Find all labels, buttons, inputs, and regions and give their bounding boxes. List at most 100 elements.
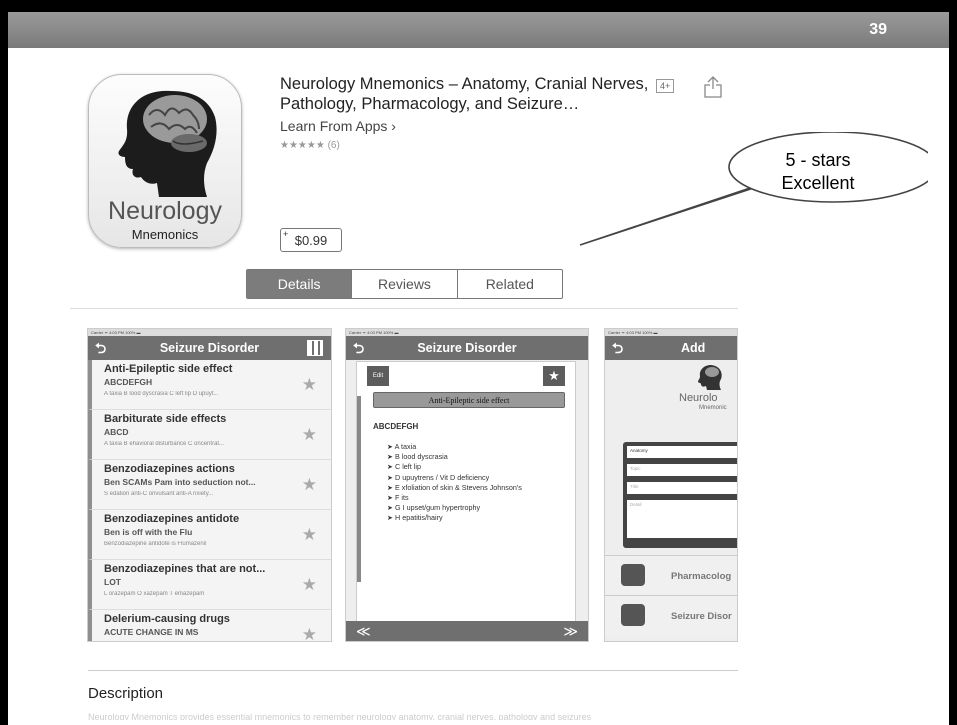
category-label: Pharmacolog <box>671 571 732 582</box>
item-title: Benzodiazepines that are not... <box>104 563 266 575</box>
app-icon-subtitle: Mnemonics <box>131 227 199 242</box>
star-icon: ★ <box>301 575 317 594</box>
screenshot-list[interactable]: Carrier ᯤ 4:03 PM 100% ▬ ⮌ Seizure Disor… <box>87 328 332 642</box>
brand-title: Neurolo <box>679 392 718 404</box>
callout-line-1: 5 - stars <box>785 150 851 170</box>
add-modal: Anatomy Topic Title Detail <box>623 442 737 548</box>
accent-bar <box>357 396 361 582</box>
list-item: Anti-Epileptic side effect ABCDEFGH A ta… <box>88 360 331 410</box>
item-title: Barbiturate side effects <box>104 413 227 425</box>
divider <box>70 308 738 309</box>
list-item: Delerium-causing drugs ACUTE CHANGE IN M… <box>88 610 331 642</box>
list-item: Benzodiazepines antidote Ben is off with… <box>88 510 331 560</box>
list-item: ➤ B lood dyscrasia <box>387 452 448 462</box>
edit-button: Edit <box>367 366 389 386</box>
detail-field: Detail <box>627 500 737 538</box>
item-mnemonic: ABCDEFGH <box>104 377 153 387</box>
app-icon-title: Neurology <box>108 197 222 225</box>
callout-text: 5 - stars Excellent <box>738 149 898 195</box>
item-mnemonic: LOT <box>104 577 121 587</box>
brain-head-icon <box>118 90 217 197</box>
plus-icon: + <box>283 229 289 239</box>
item-mnemonic: ABCD <box>104 427 129 437</box>
age-rating-badge: 4+ <box>656 79 675 93</box>
detail-heading: Anti-Epileptic side effect <box>373 392 565 408</box>
item-mnemonic: Ben is off with the Flu <box>104 527 193 537</box>
detail-list: ➤ A taxia ➤ B lood dyscrasia ➤ C left li… <box>387 442 522 524</box>
list-item: ➤ E xfoliation of skin & Stevens Johnson… <box>387 482 522 492</box>
nav-title: Seizure Disorder <box>417 341 517 355</box>
segmented-tabs: Details Reviews Related <box>246 269 563 299</box>
list-item: Barbiturate side effects ABCD A taxia B … <box>88 410 331 460</box>
star-icon: ★ <box>301 475 317 494</box>
app-title: Neurology Mnemonics – Anatomy, Cranial N… <box>280 75 649 113</box>
back-icon: ⮌ <box>95 340 107 356</box>
previous-icon: ≪ <box>356 623 371 639</box>
add-form-background: Neurolo Mnemonic Anatomy Topic Title Det… <box>605 360 737 641</box>
star-icon: ★ <box>301 625 317 642</box>
item-detail: S edation anti-C onvulsant anti-A nxiety… <box>104 491 214 497</box>
screenshot-add[interactable]: Carrier ᯤ 4:03 PM 100% ▬ ⮌ Add Mnem Neur… <box>604 328 738 642</box>
category-row: Seizure Disor <box>605 595 737 635</box>
item-title: Delerium-causing drugs <box>104 613 230 625</box>
list-item: Benzodiazepines that are not... LOT L or… <box>88 560 331 610</box>
list-item: ➤ H epatitis/hairy <box>387 513 443 523</box>
price-button[interactable]: + $0.99 <box>280 228 342 252</box>
price-label: $0.99 <box>294 233 328 248</box>
list-item: ➤ F its <box>387 493 409 503</box>
top-bar: 39 <box>8 12 949 48</box>
category-row: Pharmacolog <box>605 555 737 595</box>
pills-icon <box>621 564 645 586</box>
item-title: Benzodiazepines antidote <box>104 513 240 525</box>
brand-subtitle: Mnemonic <box>699 405 727 411</box>
title-field: Title <box>627 482 737 494</box>
slide: 39 Neurology Mnemonics Neurology Mnemoni… <box>8 12 949 725</box>
item-mnemonic: ACUTE CHANGE IN MS <box>104 627 199 637</box>
status-bar: Carrier ᯤ 4:03 PM 100% ▬ <box>88 329 331 336</box>
divider <box>88 670 738 671</box>
callout-line-2: Excellent <box>781 173 855 193</box>
pager-bar: ≪ ≫ <box>346 621 588 641</box>
chevron-right-icon: › <box>387 118 396 134</box>
item-detail: A taxia B ehavioral disturbance C oncent… <box>104 441 225 447</box>
nav-bar: ⮌ Seizure Disorder <box>346 336 588 360</box>
tab-details[interactable]: Details <box>247 270 352 298</box>
status-bar: Carrier ᯤ 4:03 PM 100% ▬ <box>605 329 737 336</box>
nav-title: Seizure Disorder <box>159 341 260 355</box>
item-detail: L orazepam O xazepam T emazepam <box>104 591 205 597</box>
tab-related[interactable]: Related <box>456 270 562 298</box>
status-bar: Carrier ᯤ 4:03 PM 100% ▬ <box>346 329 588 336</box>
next-icon: ≫ <box>563 623 578 639</box>
detail-card: Edit ★ Anti-Epileptic side effect ABCDEF… <box>356 361 576 629</box>
rating-stars: ★★★★★ (6) <box>280 140 340 151</box>
list-item: Benzodiazepines actions Ben SCAMs Pam in… <box>88 460 331 510</box>
screenshot-detail[interactable]: Carrier ᯤ 4:03 PM 100% ▬ ⮌ Seizure Disor… <box>345 328 589 642</box>
slide-frame: 39 Neurology Mnemonics Neurology Mnemoni… <box>0 0 957 725</box>
developer-link[interactable]: Learn From Apps › <box>280 118 396 134</box>
share-icon[interactable] <box>704 76 722 103</box>
item-title: Anti-Epileptic side effect <box>104 363 233 375</box>
description-heading: Description <box>88 685 164 702</box>
mnemonic-list: Anti-Epileptic side effect ABCDEFGH A ta… <box>88 360 331 642</box>
app-icon[interactable]: Neurology Mnemonics <box>88 74 242 248</box>
category-label: Seizure Disor <box>671 611 732 622</box>
item-mnemonic: Ben SCAMs Pam into seduction not... <box>104 477 256 487</box>
list-item: ➤ A taxia <box>387 442 417 451</box>
tab-reviews[interactable]: Reviews <box>351 270 456 298</box>
detail-mnemonic: ABCDEFGH <box>373 422 419 431</box>
star-icon: ★ <box>301 525 317 544</box>
list-item: ➤ D upuytrens / Vit D deficiency <box>387 472 490 482</box>
star-icon: ★ <box>301 425 317 444</box>
star-icon: ★ <box>301 375 317 394</box>
list-item: ➤ C left lip <box>387 462 421 472</box>
item-title: Benzodiazepines actions <box>104 463 235 475</box>
developer-name: Learn From Apps <box>280 118 388 134</box>
brain-icon <box>621 604 645 626</box>
grid-icon <box>307 340 323 356</box>
item-detail: A taxia B lood dyscrasia C left lip D up… <box>104 391 219 397</box>
description-text: Neurology Mnemonics provides essential m… <box>88 712 592 720</box>
item-detail: Benzodiazepine antidote is Flumazenil <box>104 541 207 547</box>
nav-bar: ⮌ Seizure Disorder <box>88 336 331 360</box>
category-field: Anatomy <box>627 446 737 458</box>
topic-field: Topic <box>627 464 737 476</box>
